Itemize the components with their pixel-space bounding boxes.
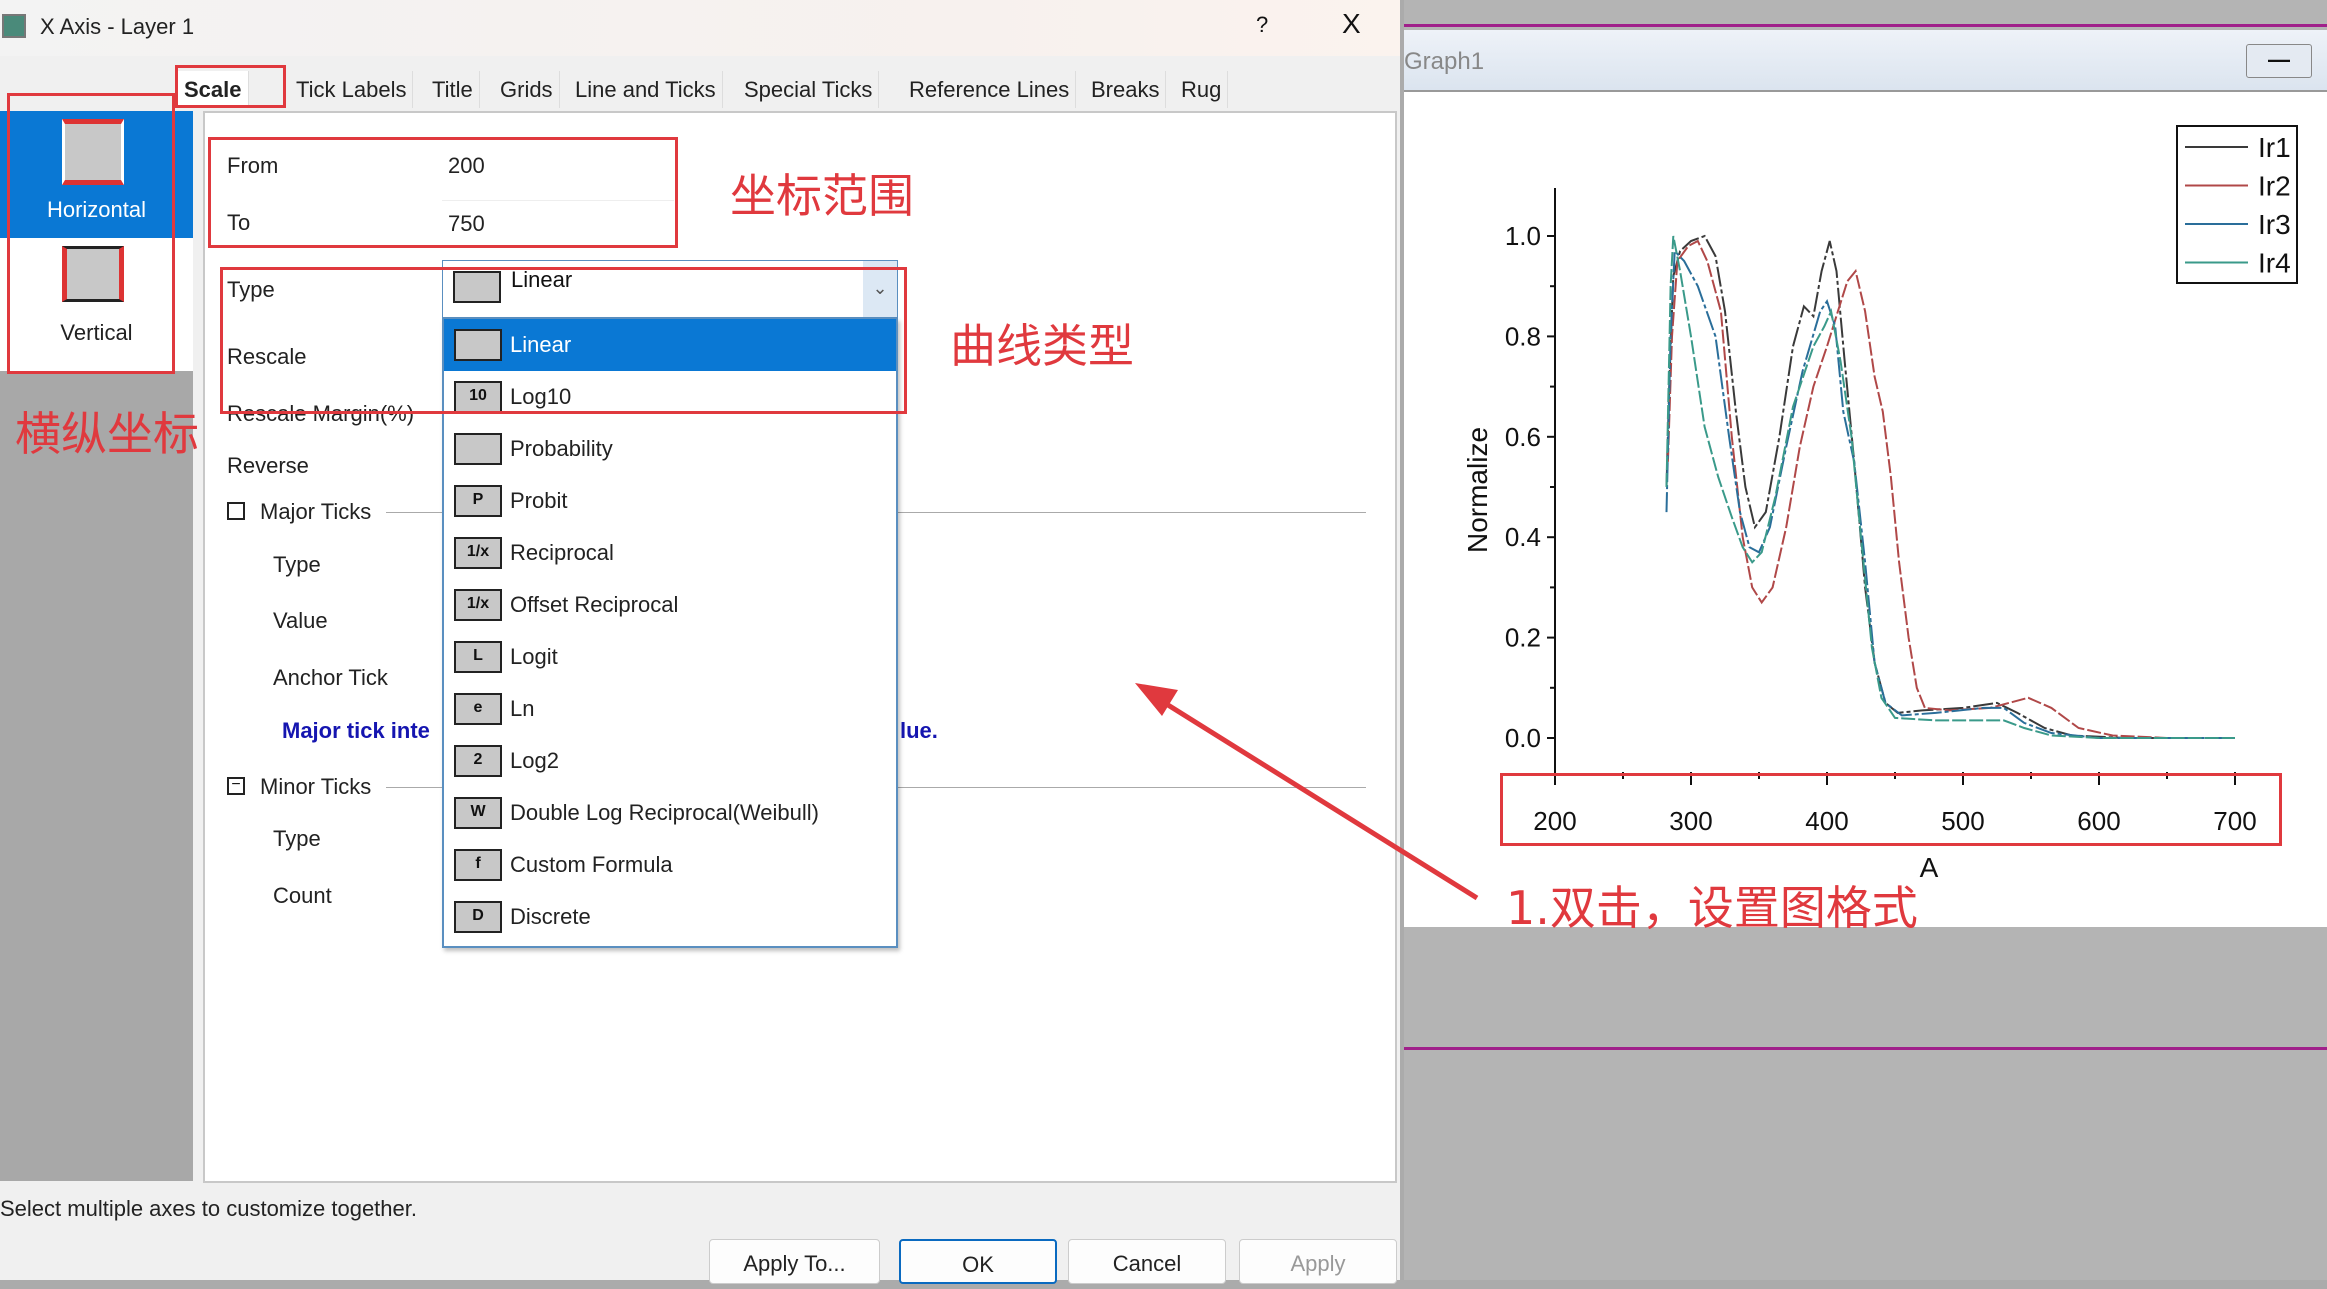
series-line-ir2 xyxy=(1666,239,2235,739)
legend-label: Ir3 xyxy=(2258,209,2291,240)
y-tick-label: 1.0 xyxy=(1505,221,1541,251)
series-line-ir4 xyxy=(1665,235,2235,739)
annotation-box-range xyxy=(208,137,678,248)
legend-label: Ir4 xyxy=(2258,248,2291,279)
annotation-box-scale-tab xyxy=(175,65,286,108)
y-tick-label: 0.0 xyxy=(1505,723,1541,753)
legend-label: Ir1 xyxy=(2258,132,2291,163)
series-line-ir3 xyxy=(1665,248,2235,739)
annotation-curve-type: 曲线类型 xyxy=(950,319,1134,373)
annotation-box-type xyxy=(220,267,907,414)
annotation-box-axes xyxy=(7,93,175,374)
series-line-ir1 xyxy=(1665,234,2235,739)
annotation-axes: 横纵坐标 xyxy=(15,407,199,461)
y-tick-label: 0.8 xyxy=(1505,321,1541,351)
x-axis-title: A xyxy=(1920,852,1939,883)
y-tick-label: 0.4 xyxy=(1505,522,1541,552)
annotation-step1: 1.双击，设置图格式 xyxy=(1506,881,1918,935)
y-axis-title: Normalize xyxy=(1462,427,1493,553)
y-tick-label: 0.6 xyxy=(1505,422,1541,452)
annotation-range: 坐标范围 xyxy=(730,169,914,223)
annotation-box-x-axis xyxy=(1500,773,2282,846)
legend-label: Ir2 xyxy=(2258,171,2291,202)
y-tick-label: 0.2 xyxy=(1505,623,1541,653)
